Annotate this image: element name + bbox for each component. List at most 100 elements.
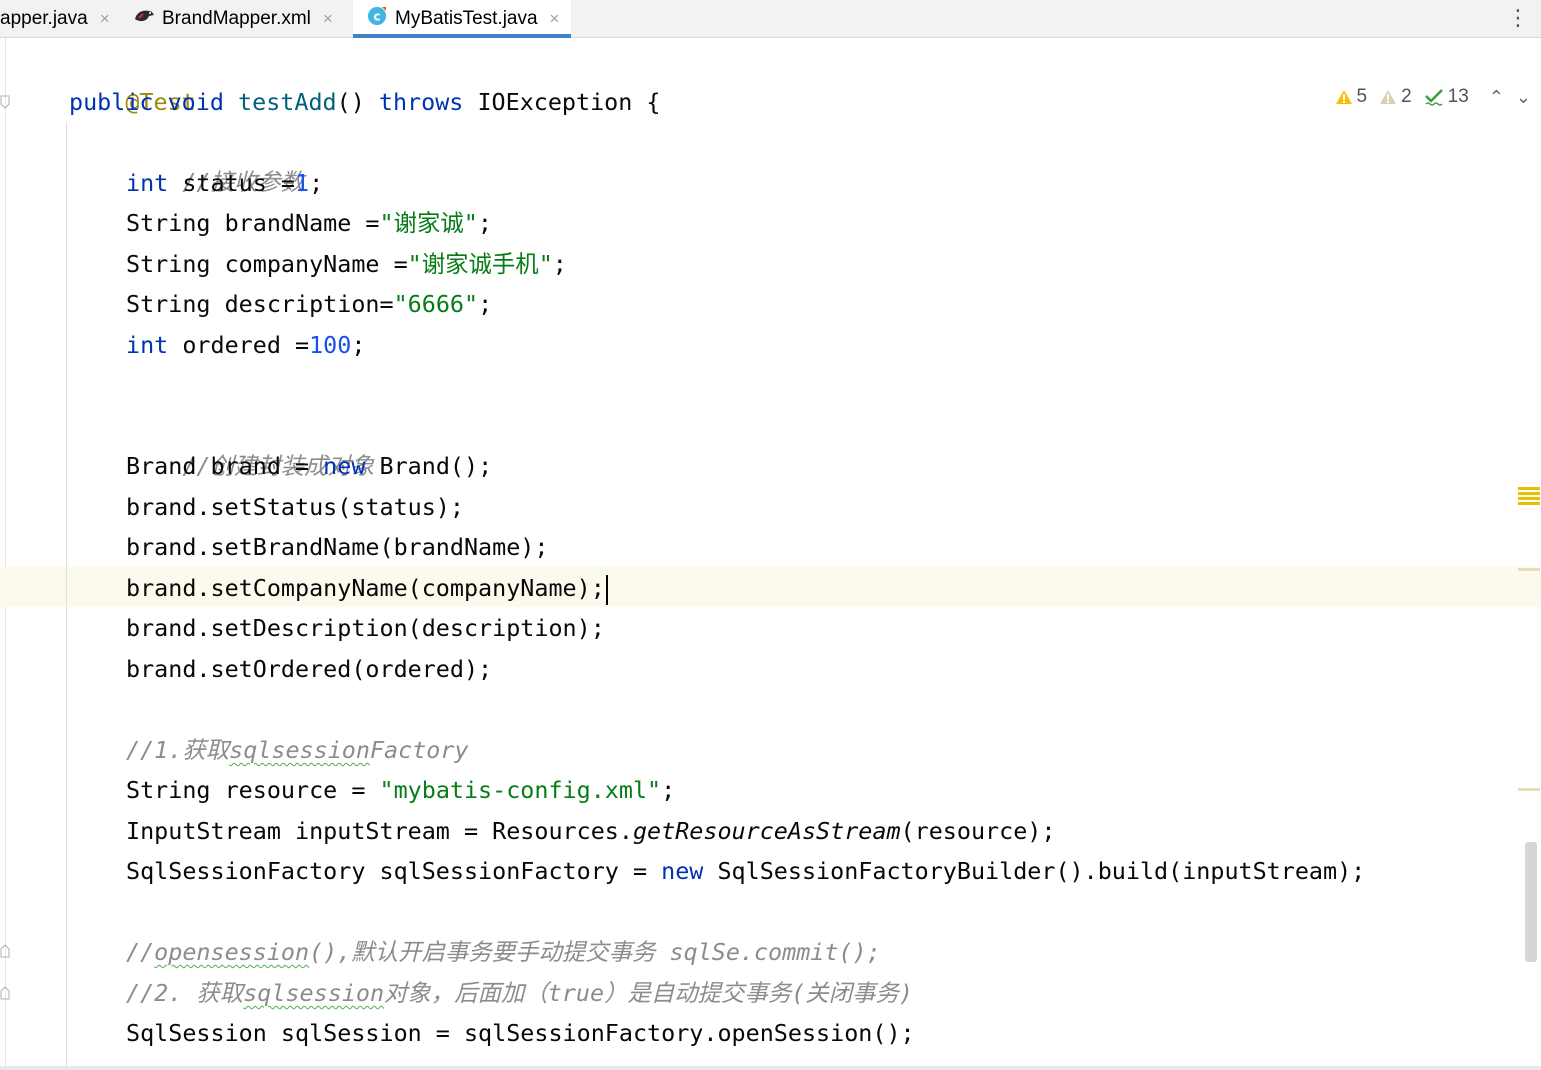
code-text: String description= [126,290,394,318]
code-line[interactable]: public void testAdd() throws IOException… [69,82,661,122]
tab-label: BrandMapper.xml [162,7,311,29]
weak-warning-stripe-marker[interactable] [1518,788,1540,791]
number-literal: 1 [295,169,310,197]
code-line[interactable]: int status =1; [126,163,323,203]
static-method-call: getResourceAsStream [632,817,901,845]
warning-stripe-marker[interactable] [1518,492,1540,495]
weak-warnings-count: 2 [1401,86,1412,107]
previous-problem-icon[interactable]: ⌃ [1489,87,1504,108]
comment: // [126,938,155,966]
close-icon[interactable]: × [550,9,560,29]
svg-text:c: c [373,9,380,23]
weak-warnings-counter[interactable]: 2 [1379,86,1412,108]
string-literal: "6666" [393,290,479,318]
code-line[interactable]: brand.setStatus(status); [126,487,464,527]
string-literal: "mybatis-config.xml" [379,776,662,804]
next-problem-icon[interactable]: ⌄ [1516,87,1531,108]
code-text: status = [168,169,295,197]
more-tabs-icon[interactable]: ⋮ [1507,6,1529,31]
code-line[interactable]: String description="6666"; [126,284,492,324]
caret-stripe-marker[interactable] [1518,568,1540,571]
typos-counter[interactable]: 13 [1424,86,1469,108]
fold-method-icon[interactable] [0,95,10,109]
comment: (),默认开启事务要手动提交事务 sqlSe.commit(); [309,938,881,966]
keyword: void [167,88,224,116]
keyword: int [126,169,169,197]
editor-tab-bar: apper.java × BrandMapper.xml × c MyBatis… [0,0,1541,38]
comment-typo: sqlsession [229,736,370,764]
comment-typo: sqlsession [243,979,385,1007]
code-text: brand.setStatus(status); [126,493,464,521]
code-text: SqlSessionFactoryBuilder().build(inputSt… [703,857,1366,885]
weak-warning-icon [1380,90,1397,104]
code-line[interactable]: SqlSessionFactory sqlSessionFactory = ne… [126,851,1365,891]
java-class-icon: c [366,5,388,33]
comment-typo: opensession [154,938,310,966]
keyword: new [323,452,366,480]
code-text: ; [661,776,676,804]
close-icon[interactable]: × [323,9,333,29]
vertical-scrollbar-thumb[interactable] [1525,842,1537,962]
code-line[interactable]: Brand brand = new Brand(); [126,446,492,486]
code-line[interactable]: //2. 获取sqlsession对象，后面加（true）是自动提交事务(关闭事… [126,973,913,1013]
code-line[interactable]: @Test [69,42,195,116]
comment: //2. 获取 [126,979,244,1007]
code-line[interactable]: //创建封装成对象 [126,406,374,480]
code-line[interactable]: InputStream inputStream = Resources.getR… [126,811,1055,851]
code-text: ; [351,331,366,359]
code-line[interactable]: brand.setDescription(description); [126,608,605,648]
code-line-current[interactable]: brand.setCompanyName(companyName); [126,568,608,608]
indent-guide [66,122,67,1070]
keyword: throws [378,88,464,116]
string-literal: "谢家诚手机" [407,250,553,278]
typos-count: 13 [1447,86,1469,107]
keyword: int [126,331,169,359]
fold-block-icon[interactable] [0,944,10,958]
close-icon[interactable]: × [100,9,110,29]
warnings-count: 5 [1356,86,1368,107]
tab-mybatistest-java[interactable]: c MyBatisTest.java × [353,0,571,38]
keyword: new [661,857,704,885]
code-text: brand.setOrdered(ordered); [126,655,493,683]
warning-stripe-marker[interactable] [1518,502,1540,505]
code-text: InputStream inputStream = Resources. [126,817,633,845]
warning-stripe-marker[interactable] [1518,497,1540,500]
code-text: () [336,88,379,116]
tab-label: MyBatisTest.java [395,7,538,29]
comment: 对象，后面加（true）是自动提交事务(关闭事务) [384,979,913,1007]
code-editor[interactable]: 5 2 13 ⌃ ⌄ @Test public void testAdd() t… [0,38,1541,1070]
code-text: SqlSessionFactory sqlSessionFactory = [126,857,662,885]
code-line[interactable]: String resource = "mybatis-config.xml"; [126,770,675,810]
editor-bottom-edge [0,1066,1541,1070]
number-literal: 100 [309,331,352,359]
code-line[interactable]: String companyName ="谢家诚手机"; [126,244,567,284]
code-text: String companyName = [126,250,408,278]
code-line[interactable]: String brandName ="谢家诚"; [126,203,492,243]
fold-comment-icon[interactable] [0,986,10,1000]
code-text: (resource); [900,817,1056,845]
code-line[interactable]: brand.setBrandName(brandName); [126,527,548,567]
code-line[interactable]: //opensession(),默认开启事务要手动提交事务 sqlSe.comm… [126,932,881,972]
mybatis-bird-icon [133,7,155,31]
comment: Factory [369,736,469,764]
code-line[interactable]: brand.setOrdered(ordered); [126,649,492,689]
inspection-widget[interactable]: 5 2 13 ⌃ ⌄ [1335,85,1531,109]
code-line[interactable]: int ordered =100; [126,325,365,365]
tab-brandmapper-java[interactable]: apper.java × [0,0,118,37]
warnings-counter[interactable]: 5 [1335,86,1368,108]
code-text: SqlSession sqlSession = sqlSessionFactor… [126,1019,915,1047]
code-text: Brand brand = [126,452,324,480]
code-line[interactable]: //接收参数 [126,122,304,196]
code-text: String brandName = [126,209,380,237]
warning-stripe-marker[interactable] [1518,487,1540,490]
code-text: ordered = [168,331,310,359]
code-text: ; [552,250,567,278]
warning-icon [1335,90,1352,104]
code-line[interactable]: SqlSession sqlSession = sqlSessionFactor… [126,1013,915,1053]
code-line[interactable]: //1.获取sqlsessionFactory [126,730,469,770]
tab-brandmapper-xml[interactable]: BrandMapper.xml × [133,0,348,37]
gutter-divider [5,38,6,1070]
typo-check-icon [1424,89,1443,106]
code-text: String resource = [126,776,380,804]
text-caret [605,574,608,605]
